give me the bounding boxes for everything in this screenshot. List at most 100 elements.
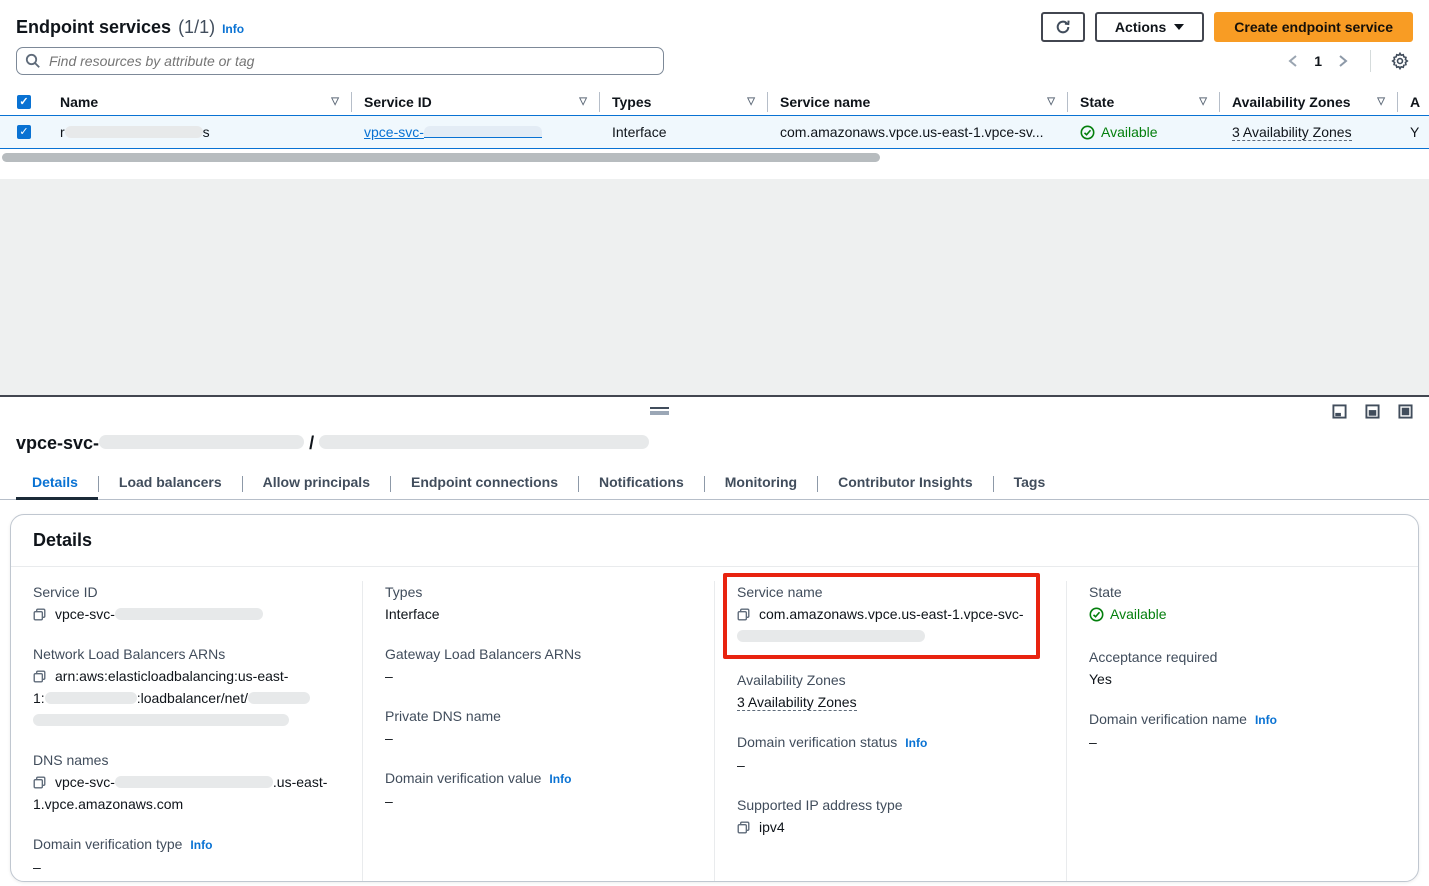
panel-small-icon <box>1332 404 1347 419</box>
column-header-state[interactable]: State▽ <box>1068 92 1220 112</box>
details-column-4: State Available Acceptance required Yes … <box>1066 581 1418 882</box>
current-page: 1 <box>1314 53 1322 69</box>
status-available-icon <box>1089 607 1104 622</box>
select-all-checkbox[interactable]: ✓ <box>17 95 31 109</box>
cell-state: Available <box>1068 124 1220 140</box>
copy-icon[interactable] <box>737 608 750 621</box>
table-card-bottom <box>0 165 1429 179</box>
redacted-value <box>33 714 289 726</box>
column-header-service-id[interactable]: Service ID▽ <box>352 92 600 112</box>
column-header-acceptance[interactable]: A <box>1398 92 1429 112</box>
redacted-name <box>65 126 203 138</box>
tab-monitoring[interactable]: Monitoring <box>705 468 817 500</box>
column-header-availability-zones[interactable]: Availability Zones▽ <box>1220 92 1398 112</box>
caret-down-icon <box>1174 24 1184 30</box>
service-name-highlight-box: Service name com.amazonaws.vpce.us-east-… <box>723 573 1040 659</box>
redacted-value <box>115 608 263 620</box>
cell-types: Interface <box>600 124 768 140</box>
toolbar-divider <box>1370 50 1371 72</box>
info-link[interactable]: Info <box>1255 713 1277 727</box>
field-domain-verification-name: Domain verification nameInfo – <box>1089 708 1398 753</box>
sort-icon[interactable]: ▽ <box>331 96 339 107</box>
tab-allow-principals[interactable]: Allow principals <box>243 468 390 500</box>
table-row[interactable]: ✓ rs vpce-svc- Interface com.amazonaws.v… <box>0 115 1429 149</box>
info-link[interactable]: Info <box>549 772 571 786</box>
table-toolbar: 1 <box>0 46 1429 76</box>
search-input[interactable] <box>16 47 664 75</box>
column-header-name[interactable]: Name▽ <box>48 92 352 112</box>
status-available-icon <box>1080 125 1095 140</box>
redacted-title-id <box>99 435 304 449</box>
availability-zones-popover[interactable]: 3 Availability Zones <box>737 694 857 711</box>
field-types: Types Interface <box>385 581 694 625</box>
availability-zones-popover[interactable]: 3 Availability Zones <box>1232 124 1352 141</box>
field-state: State Available <box>1089 581 1398 628</box>
copy-icon[interactable] <box>33 776 46 789</box>
settings-button[interactable] <box>1387 52 1413 70</box>
field-domain-verification-value: Domain verification valueInfo – <box>385 767 694 812</box>
next-page-button[interactable] <box>1332 51 1354 71</box>
tab-load-balancers[interactable]: Load balancers <box>99 468 242 500</box>
actions-button-label: Actions <box>1115 19 1166 35</box>
search-icon <box>25 53 41 69</box>
panel-size-medium-button[interactable] <box>1365 404 1380 419</box>
redacted-value <box>115 776 273 788</box>
create-endpoint-service-button[interactable]: Create endpoint service <box>1214 12 1413 42</box>
field-acceptance-required: Acceptance required Yes <box>1089 646 1398 690</box>
endpoint-services-table: ✓ Name▽ Service ID▽ Types▽ Service name▽… <box>0 88 1429 179</box>
copy-icon[interactable] <box>33 608 46 621</box>
column-header-service-name[interactable]: Service name▽ <box>768 92 1068 112</box>
service-id-link[interactable]: vpce-svc- <box>364 124 542 140</box>
row-checkbox[interactable]: ✓ <box>17 125 31 139</box>
split-panel-drag-handle[interactable] <box>650 407 669 415</box>
create-button-label: Create endpoint service <box>1234 19 1393 35</box>
actions-button[interactable]: Actions <box>1095 12 1204 42</box>
field-domain-verification-type: Domain verification typeInfo – <box>33 833 342 878</box>
tab-endpoint-connections[interactable]: Endpoint connections <box>391 468 578 500</box>
refresh-icon <box>1055 19 1071 35</box>
panel-medium-icon <box>1365 404 1380 419</box>
page-title: Endpoint services <box>16 17 171 38</box>
tab-contributor-insights[interactable]: Contributor Insights <box>818 468 993 500</box>
field-dns-names: DNS names vpce-svc-.us-east- 1.vpce.amaz… <box>33 749 342 815</box>
redacted-service-id <box>424 126 542 138</box>
tab-bar: Details Load balancers Allow principals … <box>0 468 1429 500</box>
previous-page-button[interactable] <box>1282 51 1304 71</box>
tab-tags[interactable]: Tags <box>994 468 1066 500</box>
horizontal-scrollbar[interactable] <box>2 153 880 162</box>
details-card: Details Service ID vpce-svc- Network Loa… <box>10 514 1419 882</box>
sort-icon[interactable]: ▽ <box>1199 96 1207 107</box>
sort-icon[interactable]: ▽ <box>1377 96 1385 107</box>
sort-icon[interactable]: ▽ <box>579 96 587 107</box>
info-link[interactable]: Info <box>190 838 212 852</box>
details-column-2: Types Interface Gateway Load Balancers A… <box>362 581 714 882</box>
info-link[interactable]: Info <box>905 736 927 750</box>
details-column-3: Service name com.amazonaws.vpce.us-east-… <box>714 581 1066 882</box>
field-private-dns-name: Private DNS name – <box>385 705 694 749</box>
column-header-types[interactable]: Types▽ <box>600 92 768 112</box>
sort-icon[interactable]: ▽ <box>747 96 755 107</box>
field-service-id: Service ID vpce-svc- <box>33 581 342 625</box>
redacted-value <box>737 630 925 642</box>
field-nlb-arns: Network Load Balancers ARNs arn:aws:elas… <box>33 643 342 731</box>
endpoint-services-section: Endpoint services (1/1) Info Actions Cre… <box>0 0 1429 179</box>
panel-size-small-button[interactable] <box>1332 404 1347 419</box>
tab-notifications[interactable]: Notifications <box>579 468 704 500</box>
pagination: 1 <box>1282 50 1413 72</box>
tab-details[interactable]: Details <box>16 468 98 500</box>
field-service-name: Service name com.amazonaws.vpce.us-east-… <box>737 581 1024 647</box>
refresh-button[interactable] <box>1041 12 1085 42</box>
copy-icon[interactable] <box>737 821 750 834</box>
sort-icon[interactable]: ▽ <box>1047 96 1055 107</box>
redacted-title-name <box>319 435 649 449</box>
page-background <box>0 179 1429 395</box>
panel-size-large-button[interactable] <box>1398 404 1413 419</box>
field-glb-arns: Gateway Load Balancers ARNs – <box>385 643 694 687</box>
field-availability-zones: Availability Zones 3 Availability Zones <box>737 669 1046 713</box>
split-panel-preferences <box>1332 404 1413 419</box>
horizontal-scrollbar-track <box>0 153 1429 165</box>
gear-icon <box>1391 52 1409 70</box>
copy-icon[interactable] <box>33 670 46 683</box>
panel-large-icon <box>1398 404 1413 419</box>
info-link[interactable]: Info <box>222 22 244 36</box>
